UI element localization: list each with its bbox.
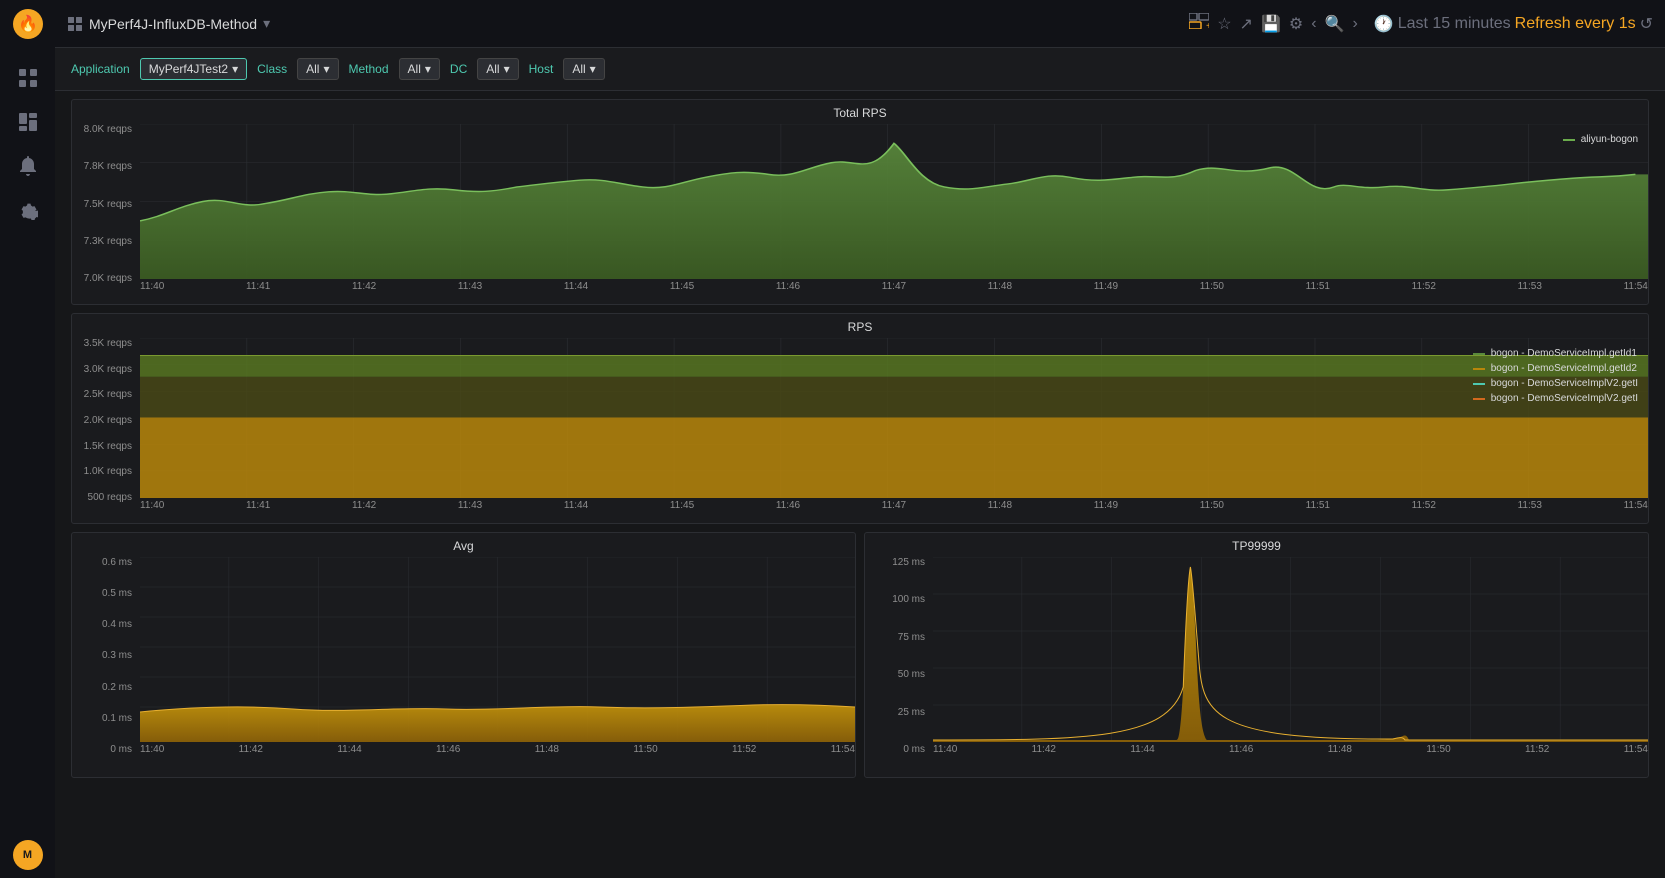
time-info: 🕐 Last 15 minutes Refresh every 1s ↺ bbox=[1374, 14, 1653, 34]
topbar-actions: + ☆ ↗ 💾 ⚙ ‹ 🔍 › 🕐 Last 15 minutes Refres… bbox=[1189, 13, 1653, 34]
legend-rps4: bogon - DemoServiceImplV2.getI bbox=[1491, 393, 1638, 404]
legend-rps2: bogon - DemoServiceImpl.getId2 bbox=[1491, 363, 1637, 374]
title-dropdown[interactable]: ▾ bbox=[263, 15, 270, 32]
filterbar: Application MyPerf4JTest2 ▾ Class All ▾ … bbox=[55, 48, 1665, 91]
app-logo[interactable]: 🔥 bbox=[12, 8, 44, 40]
rps-title: RPS bbox=[72, 314, 1648, 338]
tp99999-chart: TP99999 125 ms 100 ms 75 ms 50 ms 25 ms … bbox=[864, 532, 1649, 778]
add-panel-icon[interactable]: + bbox=[1189, 13, 1209, 34]
rps-xaxis: 11:4011:4111:4211:4311:44 11:4511:4611:4… bbox=[140, 498, 1648, 515]
filter-host-label: Host bbox=[529, 62, 554, 76]
avg-xaxis: 11:4011:4211:4411:46 11:4811:5011:5211:5… bbox=[140, 742, 855, 759]
rps-svg bbox=[140, 338, 1648, 498]
sidebar: 🔥 M bbox=[0, 0, 55, 878]
tp99999-svg bbox=[933, 557, 1648, 742]
filter-method-dropdown[interactable]: All ▾ bbox=[399, 58, 440, 80]
filter-host-dropdown[interactable]: All ▾ bbox=[563, 58, 604, 80]
dashboard-title: MyPerf4J-InfluxDB-Method ▾ bbox=[67, 15, 270, 32]
user-avatar[interactable]: M bbox=[13, 840, 43, 870]
title-text: MyPerf4J-InfluxDB-Method bbox=[89, 16, 257, 32]
tp99999-inner: 125 ms 100 ms 75 ms 50 ms 25 ms 0 ms bbox=[865, 557, 1648, 777]
total-rps-svg bbox=[140, 124, 1648, 279]
filter-application-dropdown[interactable]: MyPerf4JTest2 ▾ bbox=[140, 58, 247, 80]
total-rps-xaxis: 11:4011:4111:4211:4311:44 11:4511:4611:4… bbox=[140, 279, 1648, 296]
avg-area: 11:4011:4211:4411:46 11:4811:5011:5211:5… bbox=[140, 557, 855, 777]
apps-icon[interactable] bbox=[10, 60, 46, 96]
dashboard: Total RPS 8.0K reqps 7.8K reqps 7.5K req… bbox=[55, 91, 1665, 878]
sidebar-bottom: M bbox=[13, 840, 43, 870]
total-rps-title: Total RPS bbox=[72, 100, 1648, 124]
total-rps-legend: aliyun-bogon bbox=[1563, 134, 1638, 149]
settings-icon[interactable] bbox=[10, 192, 46, 228]
zoom-icon[interactable]: 🔍 bbox=[1325, 14, 1345, 34]
total-rps-inner: 8.0K reqps 7.8K reqps 7.5K reqps 7.3K re… bbox=[72, 124, 1648, 304]
settings-icon2[interactable]: ⚙ bbox=[1289, 14, 1303, 34]
rps-area: 11:4011:4111:4211:4311:44 11:4511:4611:4… bbox=[140, 338, 1648, 523]
topbar: MyPerf4J-InfluxDB-Method ▾ + ☆ ↗ 💾 ⚙ ‹ 🔍… bbox=[55, 0, 1665, 48]
save-icon[interactable]: 💾 bbox=[1261, 14, 1281, 34]
filter-method-label: Method bbox=[349, 62, 389, 76]
svg-text:+: + bbox=[1206, 21, 1209, 29]
bell-icon[interactable] bbox=[10, 148, 46, 184]
time-range: Last 15 minutes bbox=[1398, 15, 1511, 33]
rps-chart: RPS 3.5K reqps 3.0K reqps 2.5K reqps 2.0… bbox=[71, 313, 1649, 524]
avg-yaxis: 0.6 ms 0.5 ms 0.4 ms 0.3 ms 0.2 ms 0.1 m… bbox=[72, 557, 140, 777]
filter-class-dropdown[interactable]: All ▾ bbox=[297, 58, 338, 80]
rps-legend: bogon - DemoServiceImpl.getId1 bogon - D… bbox=[1473, 348, 1638, 408]
grid-icon bbox=[67, 16, 83, 32]
clock-icon: 🕐 bbox=[1374, 14, 1394, 34]
bottom-charts-row: Avg 0.6 ms 0.5 ms 0.4 ms 0.3 ms 0.2 ms 0… bbox=[71, 532, 1649, 778]
nav-next-icon[interactable]: › bbox=[1352, 15, 1357, 33]
total-rps-area: 11:4011:4111:4211:4311:44 11:4511:4611:4… bbox=[140, 124, 1648, 304]
avg-chart: Avg 0.6 ms 0.5 ms 0.4 ms 0.3 ms 0.2 ms 0… bbox=[71, 532, 856, 778]
svg-text:🔥: 🔥 bbox=[18, 14, 38, 33]
filter-dc-dropdown[interactable]: All ▾ bbox=[477, 58, 518, 80]
total-rps-chart: Total RPS 8.0K reqps 7.8K reqps 7.5K req… bbox=[71, 99, 1649, 305]
dashboard-icon[interactable] bbox=[10, 104, 46, 140]
legend-rps3: bogon - DemoServiceImplV2.getI bbox=[1491, 378, 1638, 389]
tp99999-area: 11:4011:4211:4411:46 11:4811:5011:5211:5… bbox=[933, 557, 1648, 777]
filter-class-label: Class bbox=[257, 62, 287, 76]
avg-title: Avg bbox=[72, 533, 855, 557]
avg-inner: 0.6 ms 0.5 ms 0.4 ms 0.3 ms 0.2 ms 0.1 m… bbox=[72, 557, 855, 777]
share-icon[interactable]: ↗ bbox=[1240, 14, 1253, 34]
legend-aliyun: aliyun-bogon bbox=[1581, 134, 1638, 145]
legend-rps1: bogon - DemoServiceImpl.getId1 bbox=[1491, 348, 1637, 359]
tp99999-xaxis: 11:4011:4211:4411:46 11:4811:5011:5211:5… bbox=[933, 742, 1648, 759]
star-icon[interactable]: ☆ bbox=[1217, 14, 1231, 34]
tp99999-yaxis: 125 ms 100 ms 75 ms 50 ms 25 ms 0 ms bbox=[865, 557, 933, 777]
main-content: MyPerf4J-InfluxDB-Method ▾ + ☆ ↗ 💾 ⚙ ‹ 🔍… bbox=[55, 0, 1665, 878]
nav-prev-icon[interactable]: ‹ bbox=[1311, 15, 1316, 33]
total-rps-yaxis: 8.0K reqps 7.8K reqps 7.5K reqps 7.3K re… bbox=[72, 124, 140, 304]
avg-svg bbox=[140, 557, 855, 742]
refresh-icon[interactable]: ↺ bbox=[1640, 14, 1653, 34]
refresh-label: Refresh every 1s bbox=[1515, 15, 1636, 33]
filter-application-label: Application bbox=[71, 62, 130, 76]
rps-inner: 3.5K reqps 3.0K reqps 2.5K reqps 2.0K re… bbox=[72, 338, 1648, 523]
tp99999-title: TP99999 bbox=[865, 533, 1648, 557]
rps-yaxis: 3.5K reqps 3.0K reqps 2.5K reqps 2.0K re… bbox=[72, 338, 140, 523]
filter-dc-label: DC bbox=[450, 62, 467, 76]
